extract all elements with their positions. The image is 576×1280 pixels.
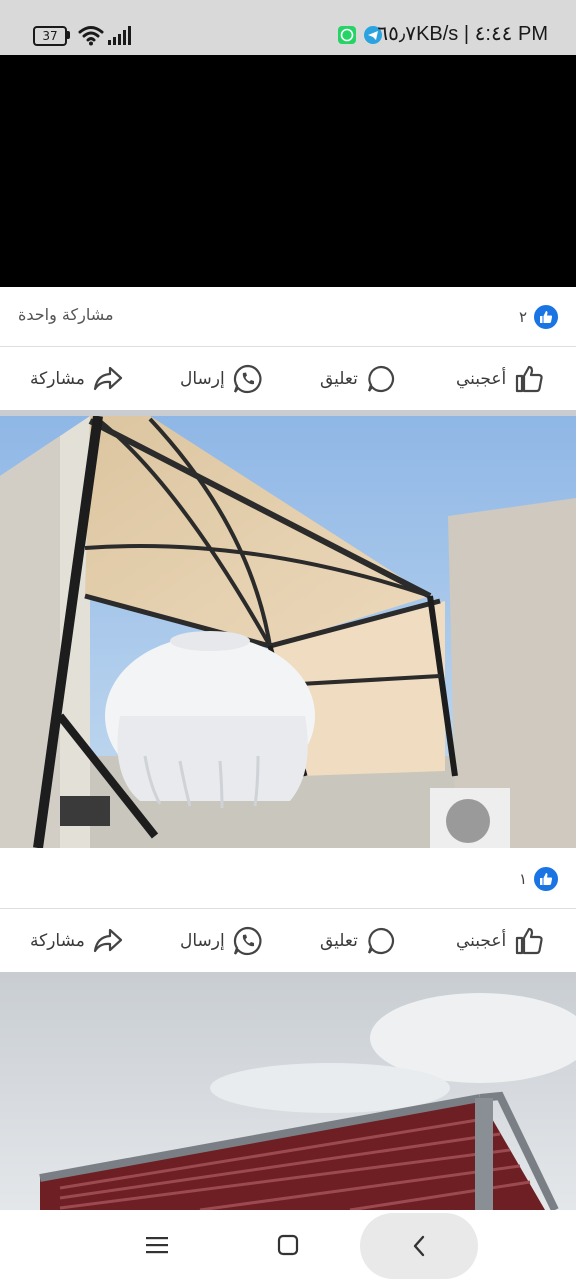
like-reaction-icon <box>533 304 559 330</box>
back-button[interactable] <box>360 1213 478 1279</box>
post2-share-button[interactable]: مشاركة <box>30 909 123 972</box>
like-reaction-icon <box>533 866 559 892</box>
comment-label: تعليق <box>320 930 358 951</box>
like-label: أعجبني <box>456 930 507 951</box>
post2-reaction-count: ١ <box>518 870 527 888</box>
signal-icon <box>108 26 131 45</box>
like-icon <box>516 365 543 392</box>
post1-like-button[interactable]: أعجبني <box>456 347 544 410</box>
comment-icon <box>367 365 394 392</box>
post1-comment-button[interactable]: تعليق <box>320 347 396 410</box>
post2-like-button[interactable]: أعجبني <box>456 909 544 972</box>
post1-action-bar: مشاركة إرسال تعليق أعجبني <box>0 347 576 410</box>
post1-reaction-count: ٢ <box>518 308 527 326</box>
post2-action-bar: مشاركة إرسال تعليق أعجبني <box>0 909 576 972</box>
wifi-icon <box>78 26 104 46</box>
system-nav-bar <box>0 1210 576 1280</box>
status-separator: | <box>463 23 470 45</box>
post2-send-button[interactable]: إرسال <box>180 909 263 972</box>
like-label: أعجبني <box>456 368 507 389</box>
status-text: ٦٥٫٧KB/s | ٤:٤٤ PM <box>377 21 548 46</box>
share-label: مشاركة <box>30 368 85 389</box>
share-label: مشاركة <box>30 930 85 951</box>
send-label: إرسال <box>180 930 225 951</box>
post1-send-button[interactable]: إرسال <box>180 347 263 410</box>
home-square-icon <box>277 1234 299 1256</box>
post2-comment-button[interactable]: تعليق <box>320 909 396 972</box>
share-icon <box>93 928 122 952</box>
menu-icon <box>146 1237 168 1254</box>
network-speed: ٦٥٫٧KB/s <box>377 23 459 45</box>
home-button[interactable] <box>258 1220 318 1270</box>
send-label: إرسال <box>180 368 225 389</box>
back-chevron-icon <box>413 1235 425 1257</box>
post2-photo[interactable] <box>0 416 576 848</box>
post-video[interactable] <box>0 55 576 287</box>
battery-tip <box>67 31 70 39</box>
battery-icon: 37 <box>33 26 67 46</box>
whatsapp-icon <box>338 26 356 44</box>
post3-photo[interactable] <box>0 978 576 1210</box>
post1-share-button[interactable]: مشاركة <box>30 347 123 410</box>
status-bar: 37 ٦٥٫٧KB/s | ٤:٤٤ PM <box>0 0 576 55</box>
like-icon <box>516 927 543 954</box>
post2-meta-row: ١ <box>0 849 576 907</box>
comment-icon <box>367 927 394 954</box>
post2-reactions[interactable]: ١ <box>519 866 559 892</box>
post1-shares-count[interactable]: مشاركة واحدة <box>18 305 114 324</box>
clock: ٤:٤٤ PM <box>474 23 548 45</box>
share-icon <box>93 366 122 390</box>
whatsapp-send-icon <box>233 926 262 955</box>
post1-reactions[interactable]: ٢ <box>519 304 559 330</box>
comment-label: تعليق <box>320 368 358 389</box>
whatsapp-send-icon <box>233 364 262 393</box>
recent-apps-button[interactable] <box>127 1220 187 1270</box>
battery-level: 37 <box>42 29 58 43</box>
post1-meta-row: مشاركة واحدة ٢ <box>0 287 576 345</box>
